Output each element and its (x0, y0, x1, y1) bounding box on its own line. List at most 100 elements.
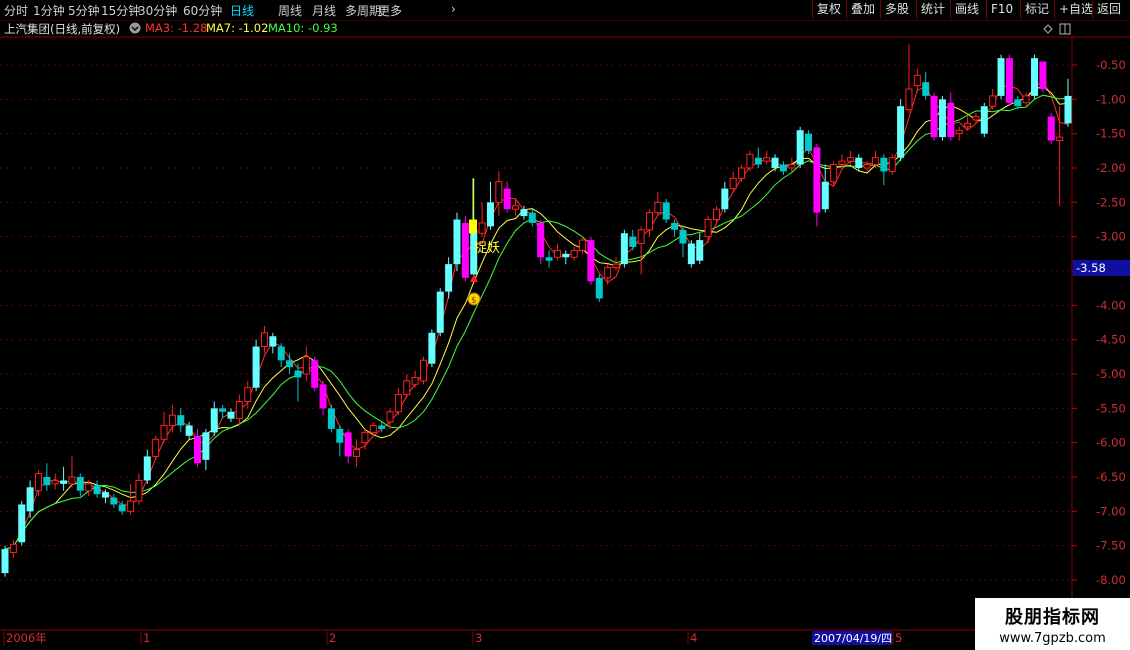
candle-body (127, 500, 135, 512)
candle-body (980, 106, 988, 134)
candle-3 (26, 480, 34, 519)
signal-candle (469, 178, 477, 237)
candle-body (1, 549, 9, 574)
candlestick-chart[interactable]: -0.50-1.00-1.50-2.00-2.50-3.00-3.50-4.00… (0, 0, 1130, 650)
candles (1, 44, 1072, 577)
candle-24 (202, 428, 210, 471)
candle-body (1022, 95, 1030, 104)
candle-body (1056, 136, 1064, 142)
candle-11 (93, 480, 101, 498)
candle-35 (294, 363, 302, 402)
candle-body (671, 222, 679, 230)
candle-body (763, 157, 771, 162)
candle-body (587, 240, 595, 282)
candle-body (537, 222, 545, 258)
candle-body (110, 497, 118, 505)
candle-body (779, 164, 787, 172)
candle-9 (76, 473, 84, 497)
diamond-icon (1043, 24, 1053, 34)
y-tick-label-7: -4.00 (1096, 298, 1126, 312)
candle-41 (344, 428, 352, 464)
candle-39 (327, 404, 335, 433)
candle-32 (269, 332, 277, 354)
candle-body (1039, 61, 1047, 90)
candle-body (696, 240, 704, 261)
watermark-title: 股朋指标网 (1005, 607, 1100, 628)
candle-body (277, 346, 285, 361)
candle-body (738, 167, 746, 179)
candle-body (369, 425, 377, 433)
candle-34 (286, 353, 294, 374)
candle-body (101, 492, 109, 498)
candle-74 (620, 229, 628, 268)
candle-5 (43, 463, 51, 491)
y-tick-label-10: -5.50 (1096, 401, 1126, 415)
candle-body (93, 485, 101, 495)
candle-body (428, 332, 436, 364)
chart-annotations: 捉妖 $ -3.58 (467, 23, 1130, 306)
candle-91 (763, 150, 771, 165)
candle-body (1064, 95, 1072, 124)
candle-50 (420, 356, 428, 385)
candle-body (545, 257, 553, 261)
candle-body (503, 188, 511, 210)
candle-70 (587, 236, 595, 285)
candle-body (403, 380, 411, 396)
candle-body (821, 181, 829, 210)
candle-31 (260, 325, 268, 354)
candle-body (478, 222, 486, 234)
candle-body (604, 267, 612, 279)
x-tick-label-4: 4 (690, 631, 697, 645)
y-tick-label-3: -2.00 (1096, 161, 1126, 175)
candle-body (177, 415, 185, 426)
candle-body (1014, 99, 1022, 107)
candle-body (495, 181, 503, 203)
candle-body (830, 164, 838, 183)
candle-body (152, 438, 160, 457)
candle-49 (411, 370, 419, 388)
candle-body (319, 384, 327, 409)
candle-body (18, 504, 26, 543)
candle-body (327, 408, 335, 429)
candle-20 (168, 404, 176, 433)
signal-label: 捉妖 (474, 241, 500, 256)
candle-body (202, 432, 210, 460)
candle-body (922, 82, 930, 96)
candle-6 (51, 473, 59, 490)
candle-8 (68, 456, 76, 488)
candle-15 (127, 483, 135, 515)
candle-114 (955, 126, 963, 141)
candle-body (118, 504, 126, 512)
candle-body (947, 102, 955, 138)
y-tick-label-4: -2.50 (1096, 195, 1126, 209)
candle-37 (311, 356, 319, 392)
candle-60 (503, 181, 511, 213)
candle-body (252, 346, 260, 388)
candle-body (989, 95, 997, 107)
y-tick-label-0: -0.50 (1096, 58, 1126, 72)
candle-body (386, 411, 394, 423)
candle-body (654, 201, 662, 214)
candle-126 (1056, 106, 1064, 206)
candle-33 (277, 343, 285, 368)
candle-71 (595, 274, 603, 302)
candle-87 (729, 171, 737, 193)
candle-body (754, 157, 762, 165)
candle-body (771, 157, 779, 168)
candle-body (813, 147, 821, 213)
candle-body (9, 543, 17, 554)
candle-99 (830, 161, 838, 186)
candle-120 (1005, 54, 1013, 107)
y-tick-label-1: -1.00 (1096, 92, 1126, 106)
candle-body (562, 253, 570, 258)
signal-body (469, 219, 477, 234)
x-tick-label-5: 5 (895, 631, 902, 645)
candle-body (629, 236, 637, 247)
candle-body (855, 157, 863, 168)
candle-body (260, 332, 268, 348)
candle-body (445, 264, 453, 292)
candle-body (353, 449, 361, 457)
candle-body (51, 479, 59, 485)
candle-90 (754, 147, 762, 168)
candle-body (595, 277, 603, 299)
